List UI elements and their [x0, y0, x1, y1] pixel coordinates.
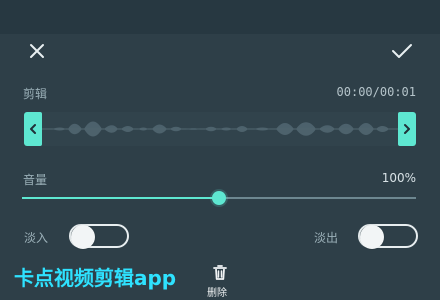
- watermark-text: 卡点视频剪辑app: [14, 266, 177, 290]
- audio-edit-panel: [0, 34, 440, 300]
- volume-label: 音量: [23, 173, 48, 187]
- fade-in-label: 淡入: [24, 231, 49, 245]
- fade-out-label: 淡出: [314, 231, 339, 245]
- top-bar: [0, 0, 440, 34]
- check-icon: [391, 42, 413, 64]
- right-trim-handle[interactable]: [398, 112, 416, 146]
- waveform-trim-area[interactable]: [24, 112, 416, 146]
- left-trim-handle[interactable]: [24, 112, 42, 146]
- trash-icon: [212, 264, 228, 282]
- delete-button[interactable]: 删除: [206, 264, 234, 299]
- volume-slider[interactable]: [22, 191, 416, 205]
- chevron-right-icon: [402, 120, 412, 139]
- duration-readout: 00:00/00:01: [336, 85, 416, 99]
- fade-in-toggle[interactable]: [69, 224, 129, 249]
- waveform-graphic: [42, 121, 400, 137]
- fade-in-toggle-knob: [71, 225, 95, 249]
- volume-slider-fill: [22, 197, 219, 199]
- fade-out-toggle-knob: [360, 225, 384, 249]
- volume-value: 100%: [381, 171, 416, 185]
- confirm-button[interactable]: [388, 39, 416, 67]
- close-icon: [28, 42, 46, 64]
- clip-label: 剪辑: [23, 87, 48, 101]
- close-button[interactable]: [23, 39, 51, 67]
- volume-slider-thumb[interactable]: [212, 191, 226, 205]
- fade-out-toggle[interactable]: [358, 224, 418, 249]
- chevron-left-icon: [28, 120, 38, 139]
- delete-label: 删除: [207, 288, 227, 299]
